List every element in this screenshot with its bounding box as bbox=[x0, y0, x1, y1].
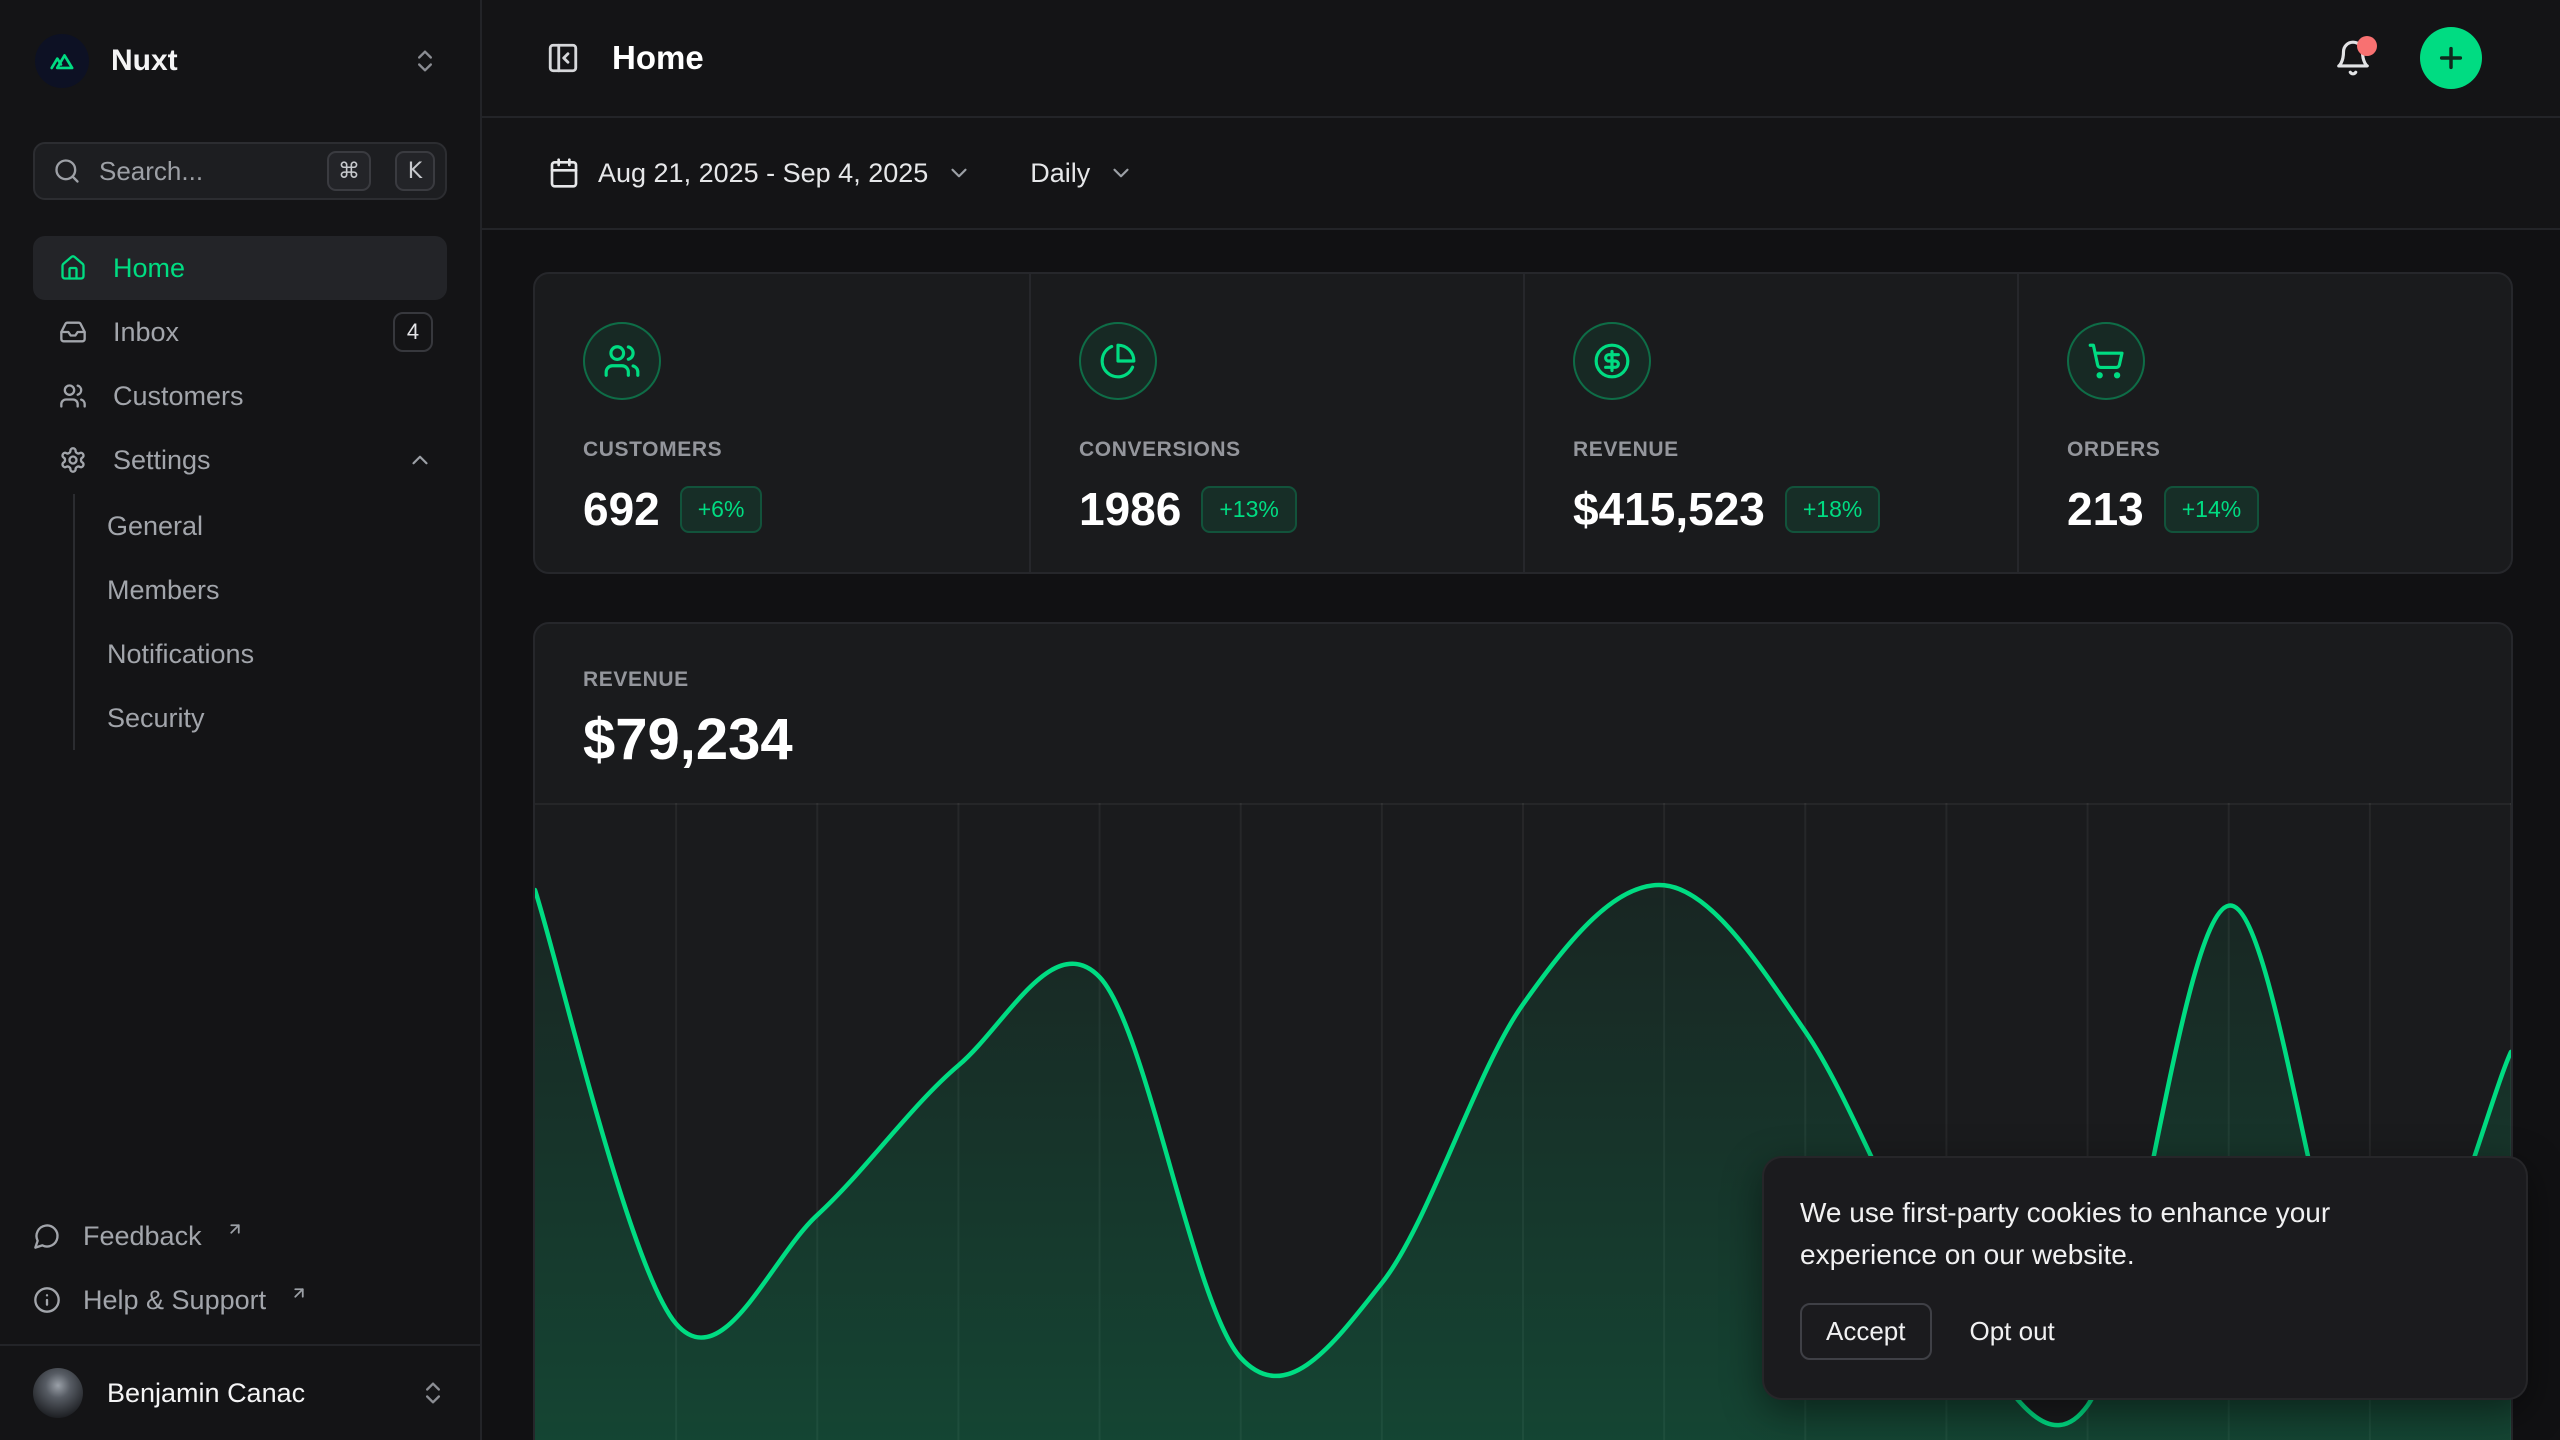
sidebar-item-settings[interactable]: Settings bbox=[33, 428, 447, 492]
date-range-label: Aug 21, 2025 - Sep 4, 2025 bbox=[598, 158, 928, 189]
stats-card: CUSTOMERS 692 +6% CONVERSIONS 1986 +13% bbox=[533, 272, 2513, 574]
app-window: Nuxt Search... ⌘ K Home bbox=[0, 0, 2560, 1440]
stat-delta-badge: +6% bbox=[680, 486, 763, 533]
sidebar-footer: Feedback Help & Support Benjamin Canac bbox=[33, 1204, 447, 1440]
filter-bar: Aug 21, 2025 - Sep 4, 2025 Daily bbox=[482, 118, 2560, 230]
footer-link-label: Feedback bbox=[83, 1221, 202, 1252]
notification-dot bbox=[2357, 36, 2377, 56]
users-icon bbox=[59, 382, 87, 410]
user-name: Benjamin Canac bbox=[107, 1378, 395, 1409]
sidebar-item-customers[interactable]: Customers bbox=[33, 364, 447, 428]
sidebar-item-label: Home bbox=[113, 253, 185, 284]
chevron-down-icon bbox=[1108, 160, 1134, 186]
home-icon bbox=[59, 254, 87, 282]
chart-header: REVENUE $79,234 bbox=[535, 624, 2511, 773]
stat-delta-badge: +14% bbox=[2164, 486, 2259, 533]
cookie-message: We use first-party cookies to enhance yo… bbox=[1800, 1192, 2420, 1275]
gear-icon bbox=[59, 446, 87, 474]
external-link-icon bbox=[226, 1220, 244, 1238]
kbd-k: K bbox=[395, 151, 435, 191]
sidebar-item-general[interactable]: General bbox=[75, 494, 447, 558]
inbox-count-badge: 4 bbox=[393, 312, 433, 352]
search-input[interactable]: Search... ⌘ K bbox=[33, 142, 447, 200]
sidebar-item-label: Customers bbox=[113, 381, 244, 412]
topbar: Home bbox=[482, 0, 2560, 118]
help-support-link[interactable]: Help & Support bbox=[33, 1268, 447, 1332]
avatar bbox=[33, 1368, 83, 1418]
pie-chart-icon bbox=[1079, 322, 1157, 400]
cookie-actions: Accept Opt out bbox=[1800, 1303, 2490, 1360]
chevron-up-icon bbox=[407, 447, 433, 473]
dashboard-content: CUSTOMERS 692 +6% CONVERSIONS 1986 +13% bbox=[482, 230, 2560, 1440]
panel-left-close-icon bbox=[546, 41, 580, 75]
stat-label: CUSTOMERS bbox=[583, 438, 1029, 462]
search-placeholder: Search... bbox=[99, 156, 309, 187]
accept-button[interactable]: Accept bbox=[1800, 1303, 1932, 1360]
stat-delta-badge: +13% bbox=[1201, 486, 1296, 533]
notifications-button[interactable] bbox=[2334, 39, 2372, 77]
chevron-down-icon bbox=[946, 160, 972, 186]
main-area: Home Aug 21, 2025 - Sep 4, 2025 bbox=[482, 0, 2560, 1440]
add-button[interactable] bbox=[2420, 27, 2482, 89]
granularity-select[interactable]: Daily bbox=[1030, 158, 1134, 189]
chart-total-value: $79,234 bbox=[583, 706, 2511, 773]
stat-conversions[interactable]: CONVERSIONS 1986 +13% bbox=[1029, 274, 1523, 572]
stat-label: CONVERSIONS bbox=[1079, 438, 1523, 462]
sidebar-item-label: Members bbox=[107, 575, 220, 606]
search-icon bbox=[53, 157, 81, 185]
sidebar-item-label: Inbox bbox=[113, 317, 179, 348]
sidebar-nav: Home Inbox 4 Customers Settings bbox=[33, 236, 447, 750]
stat-value: 692 bbox=[583, 482, 660, 536]
info-circle-icon bbox=[33, 1286, 61, 1314]
shopping-cart-icon bbox=[2067, 322, 2145, 400]
sidebar-collapse-button[interactable] bbox=[546, 41, 580, 75]
kbd-meta: ⌘ bbox=[327, 151, 371, 191]
team-name: Nuxt bbox=[111, 44, 389, 78]
stat-label: ORDERS bbox=[2067, 438, 2511, 462]
sidebar-item-inbox[interactable]: Inbox 4 bbox=[33, 300, 447, 364]
stat-delta-badge: +18% bbox=[1785, 486, 1880, 533]
external-link-icon bbox=[290, 1284, 308, 1302]
plus-icon bbox=[2435, 42, 2467, 74]
nuxt-logo bbox=[35, 34, 89, 88]
stat-value: 213 bbox=[2067, 482, 2144, 536]
sidebar-item-label: Notifications bbox=[107, 639, 254, 670]
sidebar-item-label: Settings bbox=[113, 445, 211, 476]
chevrons-up-down-icon bbox=[411, 47, 439, 75]
sidebar-item-notifications[interactable]: Notifications bbox=[75, 622, 447, 686]
date-range-picker[interactable]: Aug 21, 2025 - Sep 4, 2025 bbox=[548, 157, 972, 189]
stat-customers[interactable]: CUSTOMERS 692 +6% bbox=[535, 274, 1029, 572]
message-circle-icon bbox=[33, 1222, 61, 1250]
stat-revenue[interactable]: REVENUE $415,523 +18% bbox=[1523, 274, 2017, 572]
sidebar-item-security[interactable]: Security bbox=[75, 686, 447, 750]
circle-dollar-icon bbox=[1573, 322, 1651, 400]
footer-link-label: Help & Support bbox=[83, 1285, 266, 1316]
granularity-label: Daily bbox=[1030, 158, 1090, 189]
sidebar-item-home[interactable]: Home bbox=[33, 236, 447, 300]
opt-out-button[interactable]: Opt out bbox=[1970, 1316, 2055, 1347]
settings-subnav: General Members Notifications Security bbox=[73, 494, 447, 750]
stat-value: 1986 bbox=[1079, 482, 1181, 536]
sidebar-item-members[interactable]: Members bbox=[75, 558, 447, 622]
chevrons-up-down-icon bbox=[419, 1379, 447, 1407]
stat-orders[interactable]: ORDERS 213 +14% bbox=[2017, 274, 2511, 572]
users-icon bbox=[583, 322, 661, 400]
sidebar-item-label: Security bbox=[107, 703, 205, 734]
stat-label: REVENUE bbox=[1573, 438, 2017, 462]
inbox-icon bbox=[59, 318, 87, 346]
stat-value: $415,523 bbox=[1573, 482, 1765, 536]
sidebar: Nuxt Search... ⌘ K Home bbox=[0, 0, 482, 1440]
user-menu[interactable]: Benjamin Canac bbox=[33, 1346, 447, 1440]
chart-title: REVENUE bbox=[583, 668, 2511, 692]
sidebar-item-label: General bbox=[107, 511, 203, 542]
feedback-link[interactable]: Feedback bbox=[33, 1204, 447, 1268]
calendar-icon bbox=[548, 157, 580, 189]
cookie-banner: We use first-party cookies to enhance yo… bbox=[1762, 1156, 2528, 1400]
team-switcher[interactable]: Nuxt bbox=[33, 28, 447, 94]
topbar-actions bbox=[2334, 27, 2482, 89]
page-title: Home bbox=[612, 39, 704, 77]
